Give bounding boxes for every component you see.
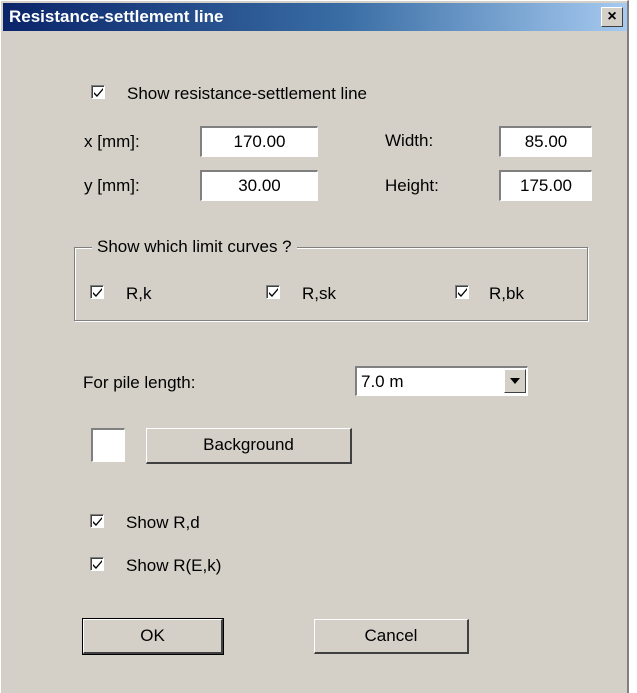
- rk-checkbox[interactable]: [90, 285, 104, 299]
- rsk-checkbox[interactable]: [266, 285, 280, 299]
- show-line-label: Show resistance-settlement line: [127, 84, 368, 103]
- check-icon: [94, 88, 103, 97]
- x-input[interactable]: 170.00: [200, 126, 318, 157]
- check-icon: [93, 288, 102, 297]
- window-title: Resistance-settlement line: [9, 7, 224, 26]
- width-input[interactable]: 85.00: [499, 126, 592, 157]
- show-rd-checkbox[interactable]: [90, 514, 104, 528]
- dropdown-button[interactable]: [504, 369, 526, 393]
- width-label: Width:: [385, 131, 434, 150]
- check-icon: [93, 560, 102, 569]
- show-line-checkbox[interactable]: [91, 85, 105, 99]
- close-button[interactable]: ×: [601, 7, 623, 27]
- show-rd-label: Show R,d: [126, 513, 200, 532]
- limit-curves-legend: Show which limit curves ?: [92, 237, 297, 257]
- check-icon: [269, 288, 278, 297]
- cancel-button[interactable]: Cancel: [314, 619, 469, 654]
- background-button[interactable]: Background: [146, 428, 352, 464]
- dialog-window: Resistance-settlement line × Show resist…: [0, 0, 629, 693]
- rsk-label: R,sk: [302, 284, 336, 303]
- pile-length-select[interactable]: 7.0 m: [355, 366, 528, 396]
- title-bar[interactable]: Resistance-settlement line ×: [3, 3, 627, 31]
- y-input[interactable]: 30.00: [200, 170, 318, 201]
- pile-length-label: For pile length:: [83, 373, 196, 392]
- check-icon: [93, 517, 102, 526]
- height-input[interactable]: 175.00: [499, 170, 592, 201]
- pile-length-value: 7.0 m: [361, 372, 404, 391]
- y-label: y [mm]:: [84, 176, 140, 195]
- rbk-label: R,bk: [489, 284, 524, 303]
- x-label: x [mm]:: [84, 132, 140, 151]
- background-color-swatch[interactable]: [91, 428, 125, 462]
- rk-label: R,k: [126, 284, 152, 303]
- rbk-checkbox[interactable]: [455, 285, 469, 299]
- check-icon: [458, 288, 467, 297]
- chevron-down-icon: [510, 378, 520, 384]
- close-icon: ×: [607, 8, 617, 25]
- ok-button[interactable]: OK: [82, 618, 224, 655]
- height-label: Height:: [385, 176, 439, 195]
- show-rek-checkbox[interactable]: [90, 557, 104, 571]
- show-rek-label: Show R(E,k): [126, 556, 222, 575]
